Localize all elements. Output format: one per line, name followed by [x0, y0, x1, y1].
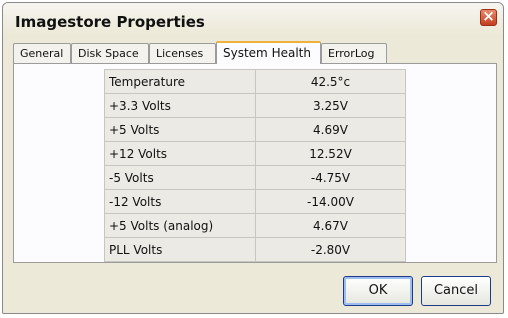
row-value: -2.80V [255, 237, 406, 262]
health-table: Temperature 42.5°c +3.3 Volts 3.25V +5 V… [104, 69, 406, 262]
row-value: -4.75V [255, 165, 406, 190]
row-name: +5 Volts (analog) [104, 213, 256, 238]
table-row: +12 Volts 12.52V [104, 141, 406, 166]
close-button[interactable]: × [480, 7, 497, 26]
row-name: -12 Volts [104, 189, 256, 214]
row-value: 4.69V [255, 117, 406, 142]
window-title: Imagestore Properties [15, 13, 205, 31]
table-row: Temperature 42.5°c [104, 69, 406, 94]
ok-button[interactable]: OK [343, 276, 413, 306]
row-name: +5 Volts [104, 117, 256, 142]
tab-errorlog[interactable]: ErrorLog [321, 43, 387, 63]
cancel-button[interactable]: Cancel [421, 276, 491, 306]
tab-disk-space[interactable]: Disk Space [71, 43, 149, 63]
row-value: -14.00V [255, 189, 406, 214]
row-name: +3.3 Volts [104, 93, 256, 118]
table-row: +5 Volts (analog) 4.67V [104, 213, 406, 238]
table-row: +3.3 Volts 3.25V [104, 93, 406, 118]
table-row: -12 Volts -14.00V [104, 189, 406, 214]
table-row: -5 Volts -4.75V [104, 165, 406, 190]
close-icon: × [482, 7, 495, 25]
tab-licenses[interactable]: Licenses [149, 43, 216, 63]
row-value: 12.52V [255, 141, 406, 166]
row-name: Temperature [104, 69, 256, 94]
system-health-panel: Temperature 42.5°c +3.3 Volts 3.25V +5 V… [13, 63, 497, 263]
title-bar: Imagestore Properties × [3, 3, 503, 35]
table-row: +5 Volts 4.69V [104, 117, 406, 142]
tab-system-health[interactable]: System Health [216, 41, 321, 64]
row-name: PLL Volts [104, 237, 256, 262]
row-value: 3.25V [255, 93, 406, 118]
row-value: 42.5°c [255, 69, 406, 94]
tab-general[interactable]: General [13, 43, 71, 63]
row-value: 4.67V [255, 213, 406, 238]
properties-dialog: Imagestore Properties × General Disk Spa… [2, 2, 504, 314]
row-name: -5 Volts [104, 165, 256, 190]
row-name: +12 Volts [104, 141, 256, 166]
table-row: PLL Volts -2.80V [104, 237, 406, 262]
